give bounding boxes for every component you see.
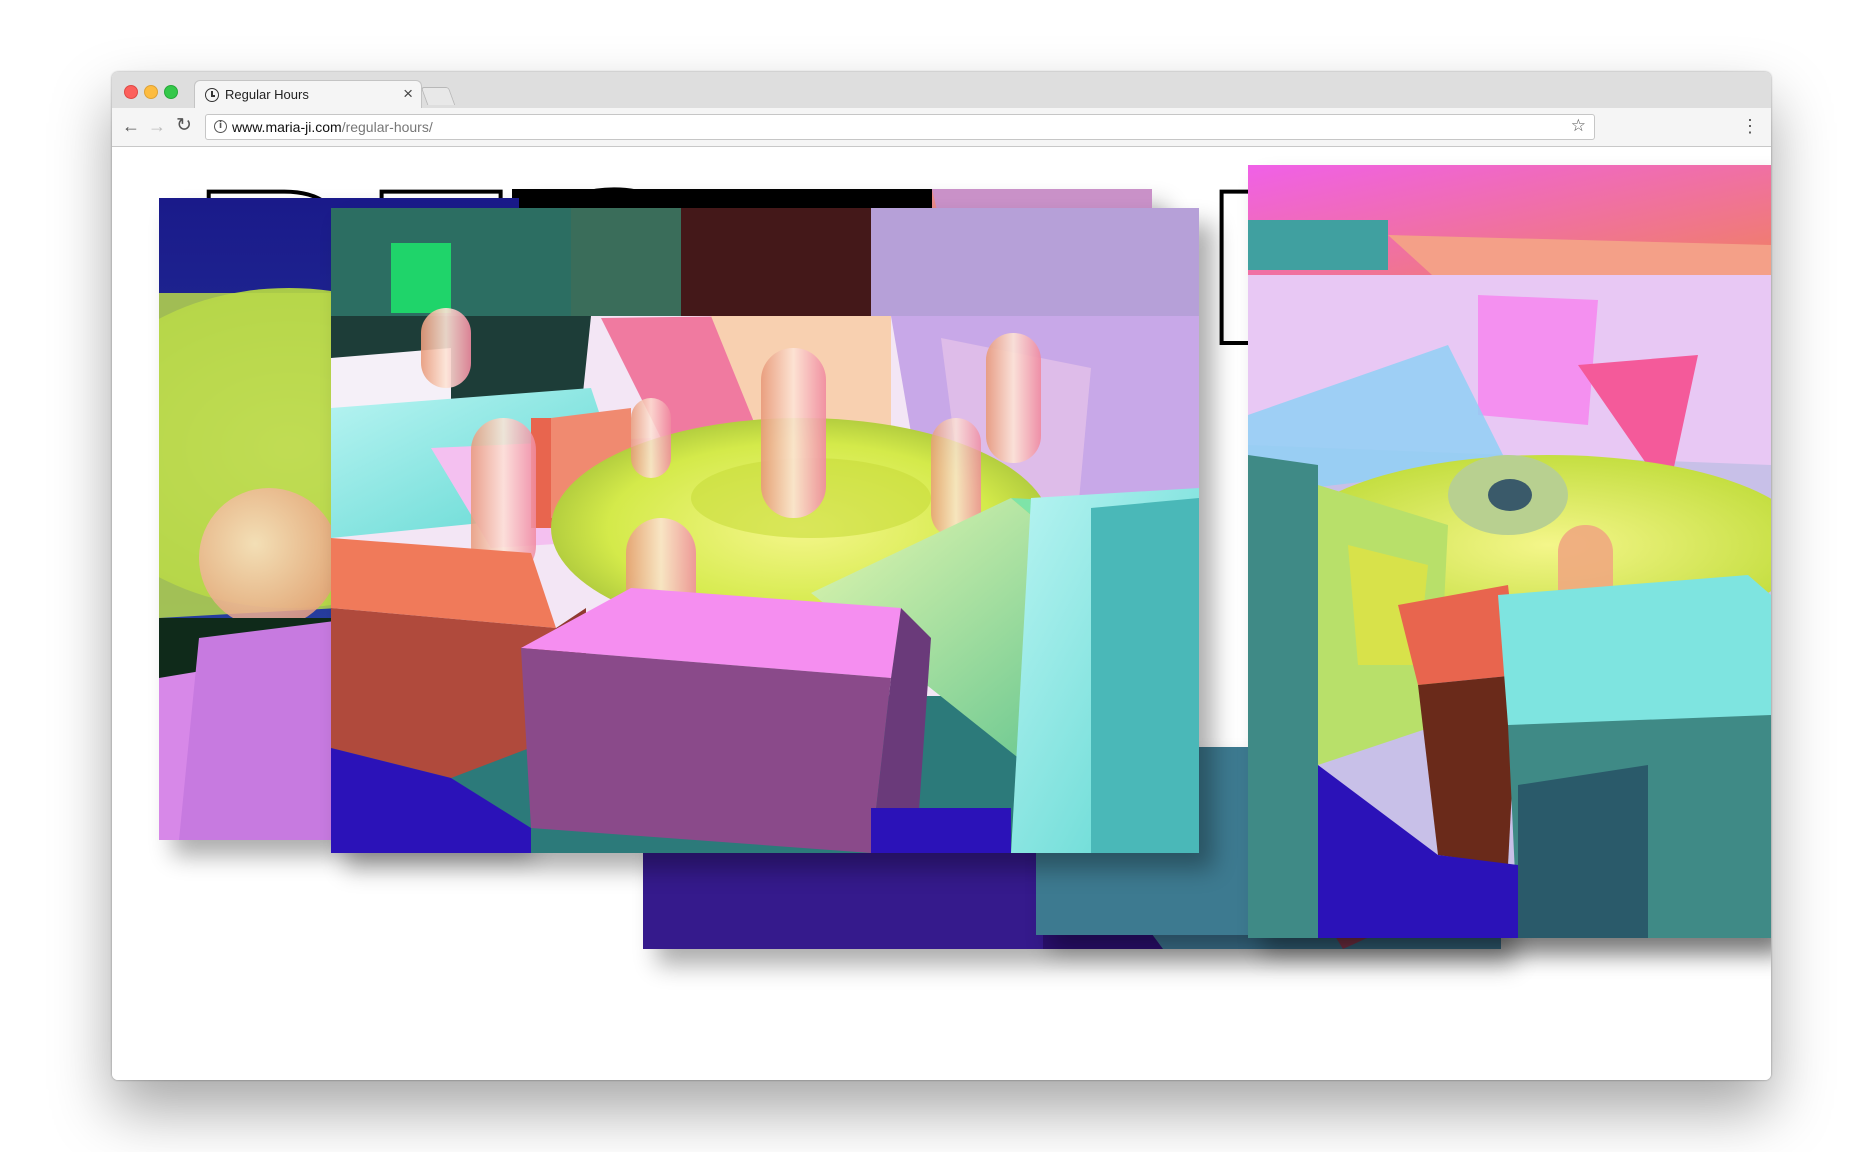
minimize-window-button[interactable] [144, 85, 158, 99]
toolbar: ← → ↻ i www.maria-ji.com/regular-hours/ … [112, 108, 1771, 147]
render-artwork [331, 208, 1199, 853]
address-bar[interactable]: i www.maria-ji.com/regular-hours/ ☆ [205, 114, 1595, 140]
maximize-window-button[interactable] [164, 85, 178, 99]
new-tab-button[interactable] [420, 87, 456, 105]
render-artwork [1248, 165, 1771, 938]
tab-regular-hours[interactable]: Regular Hours × [194, 80, 422, 109]
tab-bar: Regular Hours × [112, 72, 1771, 109]
reload-icon[interactable]: ↻ [176, 116, 192, 136]
url-domain: www.maria-ji.com [232, 119, 342, 135]
gallery-image-2[interactable] [331, 208, 1199, 853]
tab-title: Regular Hours [225, 87, 309, 102]
url-text[interactable]: www.maria-ji.com/regular-hours/ [232, 119, 433, 135]
back-icon[interactable]: ← [122, 116, 140, 136]
page-content: REGULAR HOURS [112, 147, 1771, 1080]
gallery-image-6[interactable] [1248, 165, 1771, 938]
info-icon[interactable]: i [214, 120, 227, 133]
kebab-menu-icon[interactable]: ⋮ [1741, 116, 1759, 136]
star-icon[interactable]: ☆ [1571, 116, 1586, 136]
close-window-button[interactable] [124, 85, 138, 99]
forward-icon[interactable]: → [148, 116, 166, 136]
clock-icon [205, 88, 219, 102]
url-path: /regular-hours/ [341, 119, 433, 135]
tab-close-icon[interactable]: × [403, 84, 413, 104]
browser-window: Regular Hours × ← → ↻ i www.maria-ji.com… [112, 72, 1771, 1080]
